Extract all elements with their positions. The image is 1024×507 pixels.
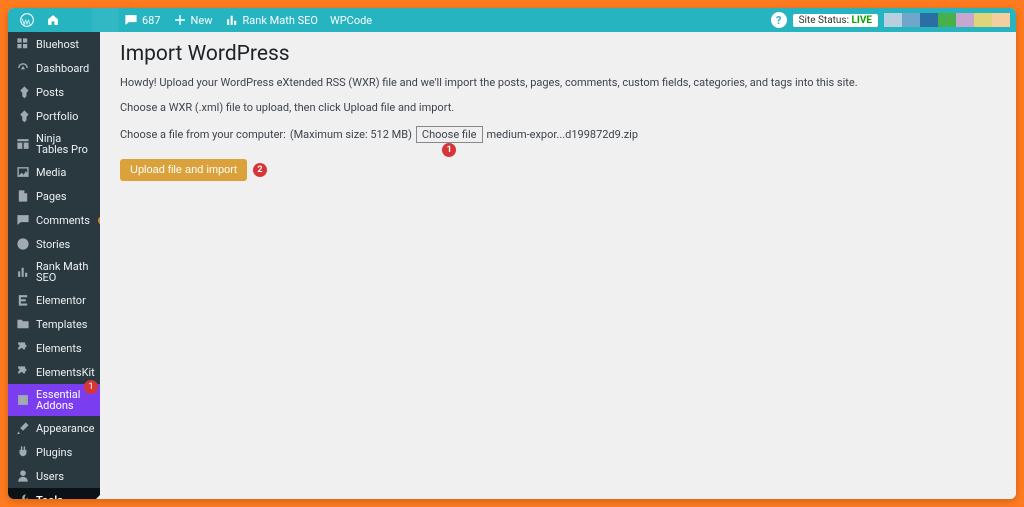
- sidebar-item-label: Essential Addons: [36, 389, 92, 411]
- chart-icon: [16, 265, 30, 279]
- file-select-row: Choose a file from your computer: (Maxim…: [120, 126, 996, 143]
- sidebar-item-stories[interactable]: Stories: [8, 232, 100, 256]
- sidebar-item-rank-math-seo[interactable]: Rank Math SEO: [8, 256, 100, 288]
- color-chip[interactable]: [938, 13, 956, 27]
- sidebar-item-label: Ninja Tables Pro: [36, 133, 92, 155]
- chosen-file-name: medium-expor...d199872d9.zip: [487, 128, 639, 141]
- new-link[interactable]: New: [167, 8, 219, 32]
- plus-icon: [173, 13, 187, 27]
- plug-icon: [16, 445, 30, 459]
- count-pill: 687: [98, 216, 100, 225]
- sidebar-item-label: Media: [36, 167, 66, 178]
- sidebar-item-label: Elements: [36, 343, 82, 354]
- sidebar-item-dashboard[interactable]: Dashboard: [8, 56, 100, 80]
- sidebar-item-label: Users: [36, 471, 64, 482]
- sidebar-item-label: ElementsKit: [36, 367, 95, 378]
- sidebar-item-users[interactable]: Users: [8, 464, 100, 488]
- media-icon: [16, 165, 30, 179]
- color-chips: [884, 13, 1010, 27]
- sidebar-item-pages[interactable]: Pages: [8, 184, 100, 208]
- instruction-text: Choose a WXR (.xml) file to upload, then…: [120, 101, 996, 114]
- pin-icon: [16, 109, 30, 123]
- sidebar-item-label: Appearance: [36, 423, 95, 434]
- max-size-label: (Maximum size: 512 MB): [290, 128, 412, 141]
- wpcode-link[interactable]: WPCode: [324, 8, 378, 32]
- e-icon: [16, 293, 30, 307]
- color-chip[interactable]: [956, 13, 974, 27]
- sidebar-item-appearance[interactable]: Appearance: [8, 416, 100, 440]
- puzzle-icon: [16, 341, 30, 355]
- admin-topbar: 687 New Rank Math SEO WPCode ? Site Stat…: [8, 8, 1016, 32]
- sidebar-item-label: Plugins: [36, 447, 72, 458]
- page-icon: [16, 189, 30, 203]
- wpcode-label: WPCode: [330, 14, 372, 27]
- site-status-badge[interactable]: Site Status: LIVE: [793, 14, 878, 27]
- circle-icon: [16, 237, 30, 251]
- brush-icon: [16, 421, 30, 435]
- home-icon: [46, 13, 60, 27]
- color-chip[interactable]: [992, 13, 1010, 27]
- sidebar-item-tools[interactable]: Tools: [8, 488, 100, 499]
- home-link[interactable]: [40, 8, 66, 32]
- rankmath-label: Rank Math SEO: [243, 14, 318, 27]
- grid-icon: [16, 37, 30, 51]
- sidebar-item-label: Elementor: [36, 295, 86, 306]
- intro-text: Howdy! Upload your WordPress eXtended RS…: [120, 76, 996, 89]
- sidebar-item-bluehost[interactable]: Bluehost: [8, 32, 100, 56]
- folder-icon: [16, 317, 30, 331]
- puzzle-icon: [16, 365, 30, 379]
- sidebar-item-ninja-tables-pro[interactable]: Ninja Tables Pro: [8, 128, 100, 160]
- rankmath-link[interactable]: Rank Math SEO: [219, 8, 324, 32]
- sidebar-item-label: Templates: [36, 319, 87, 330]
- sidebar-item-elementor[interactable]: Elementor: [8, 288, 100, 312]
- sidebar-item-label: Pages: [36, 191, 67, 202]
- wrench-icon: [16, 493, 30, 499]
- ea-icon: [16, 393, 30, 407]
- sidebar-item-posts[interactable]: Posts: [8, 80, 100, 104]
- sidebar-item-essential-addons[interactable]: Essential Addons1: [8, 384, 100, 416]
- comments-link[interactable]: 687: [118, 8, 167, 32]
- page-title: Import WordPress: [120, 42, 996, 66]
- color-chip[interactable]: [884, 13, 902, 27]
- sidebar-item-label: Stories: [36, 239, 70, 250]
- sidebar-item-plugins[interactable]: Plugins: [8, 440, 100, 464]
- topbar-blank-2[interactable]: [92, 8, 118, 32]
- sidebar-item-label: Dashboard: [36, 63, 89, 74]
- topbar-blank-1[interactable]: [66, 8, 92, 32]
- help-button[interactable]: ?: [771, 12, 787, 28]
- comment-icon: [124, 13, 138, 27]
- pin-icon: [16, 85, 30, 99]
- sidebar-item-label: Tools: [36, 495, 63, 500]
- user-icon: [16, 469, 30, 483]
- notif-badge: 1: [84, 380, 98, 394]
- table-icon: [16, 137, 30, 151]
- sidebar-item-portfolio[interactable]: Portfolio: [8, 104, 100, 128]
- sidebar-item-media[interactable]: Media: [8, 160, 100, 184]
- sidebar-item-templates[interactable]: Templates: [8, 312, 100, 336]
- sidebar-item-label: Comments: [36, 215, 90, 226]
- main-content: Import WordPress Howdy! Upload your Word…: [100, 32, 1016, 499]
- sidebar-item-label: Rank Math SEO: [36, 261, 92, 283]
- color-chip[interactable]: [974, 13, 992, 27]
- annotation-marker-1: 1: [442, 143, 456, 157]
- sidebar-item-label: Posts: [36, 87, 64, 98]
- annotation-marker-2: 2: [253, 163, 267, 177]
- wp-logo[interactable]: [14, 8, 40, 32]
- choose-prefix: Choose a file from your computer:: [120, 128, 286, 141]
- comment-count: 687: [142, 14, 161, 27]
- gauge-icon: [16, 61, 30, 75]
- sidebar-item-label: Portfolio: [36, 111, 78, 122]
- wordpress-icon: [20, 13, 34, 27]
- color-chip[interactable]: [902, 13, 920, 27]
- sidebar-item-elements[interactable]: Elements: [8, 336, 100, 360]
- admin-sidebar: Bluehost Dashboard Posts Portfolio Ninja Tab…: [8, 32, 100, 499]
- comment-icon: [16, 213, 30, 227]
- sidebar-item-comments[interactable]: Comments 687: [8, 208, 100, 232]
- new-label: New: [191, 14, 213, 27]
- color-chip[interactable]: [920, 13, 938, 27]
- upload-file-button[interactable]: Upload file and import: [120, 159, 247, 181]
- chart-icon: [225, 13, 239, 27]
- sidebar-item-label: Bluehost: [36, 39, 79, 50]
- choose-file-button[interactable]: Choose file 1: [416, 126, 483, 143]
